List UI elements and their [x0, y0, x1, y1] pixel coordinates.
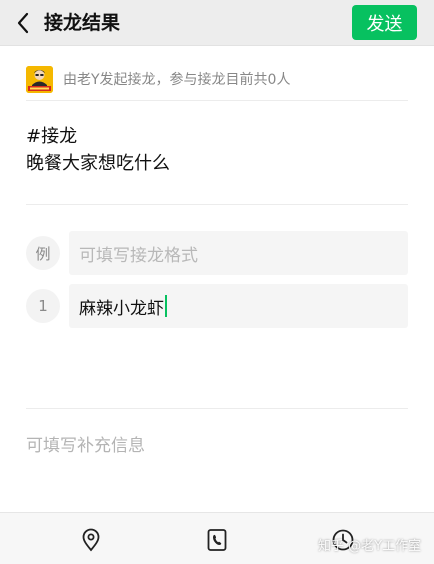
phone-icon: [207, 529, 227, 551]
entry-number: 例: [26, 236, 60, 270]
entry-input[interactable]: 麻辣小龙虾: [69, 284, 408, 328]
divider: [26, 204, 408, 205]
avatar[interactable]: [26, 65, 53, 93]
topic-line-2: 晚餐大家想吃什么: [26, 153, 170, 174]
send-button[interactable]: 发送: [352, 5, 417, 40]
chevron-left-icon: [17, 12, 29, 34]
entry-format-placeholder: 可填写接龙格式: [79, 245, 198, 266]
entry-format-input[interactable]: 可填写接龙格式: [69, 231, 408, 275]
back-button[interactable]: [10, 9, 36, 37]
page-title: 接龙结果: [44, 12, 121, 34]
avatar-image: [26, 65, 53, 93]
watermark: 知乎 @老Y工作室: [318, 539, 422, 554]
initiator-text: 由老Y发起接龙，参与接龙目前共0人: [63, 72, 291, 88]
entry-row-example: 例 可填写接龙格式: [26, 231, 408, 275]
title-bar: 接龙结果 发送: [0, 0, 434, 46]
extra-info-placeholder: 可填写补充信息: [26, 436, 145, 456]
phone-button[interactable]: [204, 527, 230, 553]
divider: [26, 408, 408, 409]
entry-row-1: 1 麻辣小龙虾: [26, 284, 408, 328]
text-caret: [165, 295, 167, 317]
location-button[interactable]: [78, 527, 104, 553]
topic-text[interactable]: #接龙 晚餐大家想吃什么: [26, 123, 170, 177]
divider: [26, 100, 408, 101]
extra-info-input[interactable]: 可填写补充信息: [26, 431, 145, 456]
location-icon: [82, 528, 100, 552]
entry-number: 1: [26, 289, 60, 323]
entry-value: 麻辣小龙虾: [79, 298, 164, 319]
initiator-line: 由老Y发起接龙，参与接龙目前共0人: [26, 64, 290, 94]
topic-line-1: #接龙: [26, 126, 78, 147]
